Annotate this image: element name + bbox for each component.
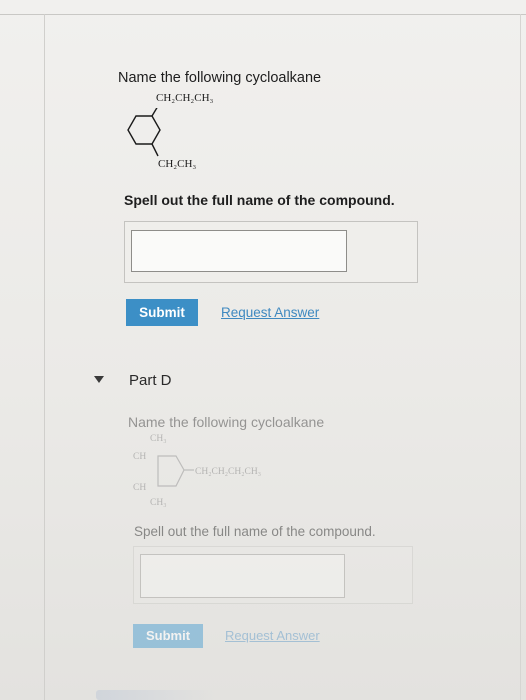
answer-input[interactable] — [131, 230, 347, 272]
structure-label-butyl: CH₂CH₂CH₂CH₃ — [195, 467, 262, 477]
page: Name the following cycloalkane CH₂CH₂CH₃… — [0, 0, 526, 700]
part-d-prompt: Name the following cycloalkane — [128, 414, 325, 430]
structure-label-ethyl: CH₂CH₃ — [158, 158, 197, 170]
part-d-instruction: Spell out the full name of the compound. — [134, 524, 376, 539]
part-d-answer-area — [133, 546, 413, 604]
answer-instruction: Spell out the full name of the compound. — [124, 192, 395, 208]
structure-label-propyl: CH₂CH₂CH₃ — [156, 92, 214, 104]
cyclopentane-structure — [157, 455, 194, 487]
caret-down-icon[interactable] — [94, 376, 104, 383]
part-d-submit-button[interactable]: Submit — [133, 624, 203, 648]
right-divider — [520, 14, 521, 700]
submit-button[interactable]: Submit — [126, 299, 198, 326]
part-d-answer-input[interactable] — [140, 554, 345, 598]
request-answer-link[interactable]: Request Answer — [221, 305, 319, 320]
answer-area — [124, 221, 418, 283]
structure-label-methyl-top: CH₃ — [150, 434, 167, 444]
top-divider — [0, 14, 526, 15]
part-d-header[interactable]: Part D — [129, 372, 172, 389]
left-divider — [44, 14, 45, 700]
footer-faint-text — [96, 690, 216, 700]
part-d-request-answer-link[interactable]: Request Answer — [225, 628, 320, 643]
structure-label-ch-upper: CH — [133, 452, 147, 462]
question-prompt: Name the following cycloalkane — [118, 70, 322, 86]
structure-label-ch-lower: CH — [133, 483, 147, 493]
